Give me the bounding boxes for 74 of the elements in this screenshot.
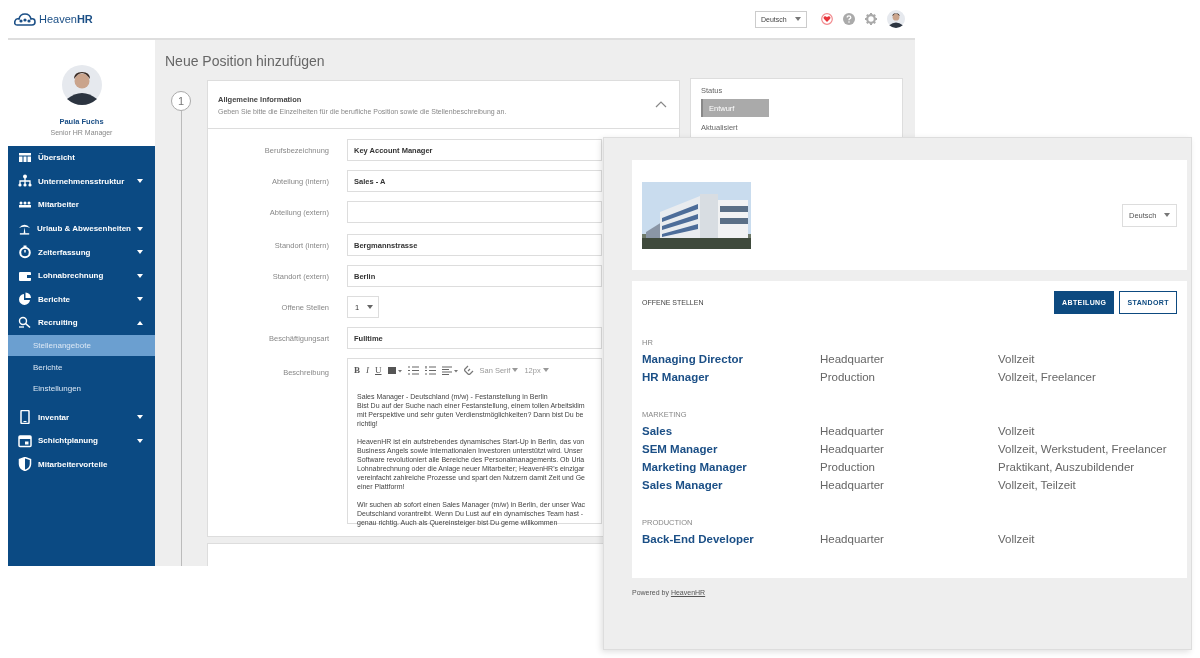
caret-icon [1164,213,1170,217]
nav-item[interactable]: Schichtplanung [8,428,155,453]
settings-icon[interactable] [865,13,877,25]
nav-item[interactable]: Unternehmensstruktur [8,169,155,194]
job-type: Vollzeit, Werkstudent, Freelancer [998,442,1168,457]
heart-icon[interactable] [821,13,833,25]
app-logo[interactable]: HeavenHR [39,13,93,25]
job-type: Praktikant, Auszubildender [998,460,1136,475]
caret-icon [137,438,143,443]
nav-item[interactable]: Recruiting [8,311,155,335]
caret-icon [137,226,143,231]
link-icon[interactable] [463,365,474,375]
bullet-list-icon[interactable] [407,365,419,375]
job-title-link[interactable]: Sales [642,422,820,440]
shield-icon [18,457,32,472]
submenu-item[interactable]: Berichte [8,356,155,378]
phone-icon [18,410,32,425]
caret-icon [137,415,143,420]
job-type: Vollzeit [998,424,1036,439]
job-title-link[interactable]: Sales Manager [642,476,820,494]
caret-icon [137,273,143,278]
caret-icon [137,297,143,302]
bold-button[interactable]: B [354,365,360,375]
job-title-link[interactable]: Back-End Developer [642,530,820,548]
italic-button[interactable]: I [366,365,369,375]
color-picker-icon[interactable] [387,365,402,375]
avatar-icon [887,10,905,28]
stopwatch-icon [18,245,32,260]
caret-icon [137,250,143,255]
page-title: Neue Position hinzufügen [165,53,326,70]
job-location: Production [820,460,876,475]
nav-item[interactable]: Lohnabrechnung [8,263,155,288]
nav-item[interactable]: Mitarbeiter [8,193,155,217]
input-field[interactable] [347,201,602,223]
job-type: Vollzeit [998,352,1036,367]
caret-icon [795,17,801,21]
nav-item[interactable]: Übersicht [8,146,155,170]
job-title-link[interactable]: Managing Director [642,350,820,368]
job-title-link[interactable]: HR Manager [642,368,820,386]
nav-item[interactable]: Berichte [8,287,155,312]
caret-icon [542,368,549,372]
nav-item[interactable]: Urlaub & Abwesenheiten [8,216,155,241]
pie-chart-icon [18,292,32,307]
caret-icon [137,179,143,184]
search-people-icon [18,315,32,330]
caret-icon [137,320,143,325]
nav-item[interactable]: Mitarbeitervorteile [8,452,155,477]
submenu-item[interactable]: Einstellungen [8,377,155,400]
job-location: Headquarter [820,352,885,367]
help-icon[interactable] [843,13,855,25]
nav-item[interactable]: Inventar [8,405,155,429]
job-location: Headquarter [820,442,885,457]
calendar-icon [18,433,32,448]
job-title-link[interactable]: Marketing Manager [642,458,820,476]
caret-icon [367,305,373,309]
sitemap-icon [18,174,32,189]
cloud-logo-icon [14,12,36,26]
chevron-icon[interactable] [655,101,667,108]
underline-button[interactable]: U [375,365,382,375]
align-icon[interactable] [441,365,458,375]
job-location: Production [820,370,876,385]
avatar-icon [61,65,102,105]
caret-icon [512,368,519,372]
nav-item[interactable]: Zeiterfassung [8,240,155,264]
job-title-link[interactable]: SEM Manager [642,440,820,458]
job-type: Vollzeit, Freelancer [998,370,1097,385]
step-number: 1 [171,91,191,111]
job-type: Vollzeit, Teilzeit [998,478,1077,493]
job-location: Headquarter [820,478,885,493]
job-type: Vollzeit [998,532,1036,547]
job-location: Headquarter [820,424,885,439]
job-location: Headquarter [820,532,885,547]
numbered-list-icon[interactable] [424,365,436,375]
grid-icon [18,150,32,165]
